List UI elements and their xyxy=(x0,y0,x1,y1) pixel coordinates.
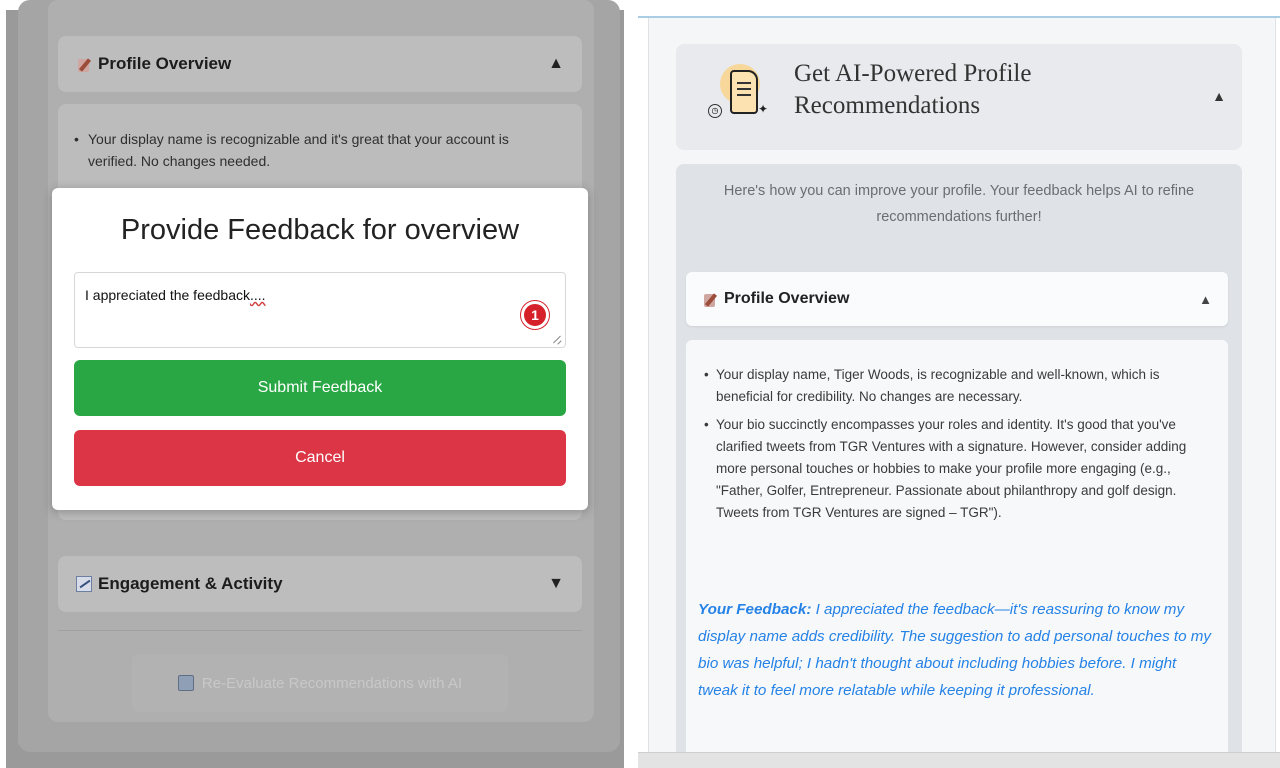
left-panel: Profile Overview ▲ Your display name is … xyxy=(0,0,632,768)
profile-overview-body: Your display name, Tiger Woods, is recog… xyxy=(686,340,1228,768)
collapse-arrow-icon[interactable]: ▲ xyxy=(548,55,564,73)
overview-bullet: Your display name is recognizable and it… xyxy=(74,128,560,172)
user-feedback: Your Feedback: I appreciated the feedbac… xyxy=(698,596,1218,704)
cancel-button[interactable]: Cancel xyxy=(74,430,566,486)
bottom-scrollbar[interactable] xyxy=(638,752,1280,768)
intro-text: Here's how you can improve your profile.… xyxy=(723,183,1195,225)
recommendation-bullet: Your display name, Tiger Woods, is recog… xyxy=(704,364,1216,408)
feedback-textarea[interactable]: I appreciated the feedback.... 1 xyxy=(74,272,566,348)
feedback-modal: Provide Feedback for overview I apprecia… xyxy=(52,188,588,510)
recommendation-bullet: Your bio succinctly encompasses your rol… xyxy=(704,414,1216,524)
reevaluate-label: Re-Evaluate Recommendations with AI xyxy=(201,674,463,692)
textarea-value: I appreciated the feedback xyxy=(85,287,251,303)
reevaluate-button[interactable]: Re-Evaluate Recommendations with AI xyxy=(132,654,508,712)
ai-document-icon: ✦ ◷ xyxy=(706,60,786,144)
chart-icon xyxy=(76,576,92,592)
feedback-label: Your Feedback: xyxy=(698,601,812,618)
profile-overview-header[interactable]: Profile Overview ▲ xyxy=(58,36,582,92)
modal-title: Provide Feedback for overview xyxy=(120,214,520,246)
right-panel: ✦ ◷ Get AI-Powered Profile Recommendatio… xyxy=(638,0,1280,768)
spellcheck-squiggle: .... xyxy=(250,287,266,303)
submit-feedback-button[interactable]: Submit Feedback xyxy=(74,360,566,416)
expand-arrow-icon[interactable]: ▼ xyxy=(548,575,564,593)
ai-recommendations-title: Get AI-Powered Profile Recommendations xyxy=(794,60,1032,119)
collapse-arrow-icon[interactable]: ▲ xyxy=(1199,292,1212,307)
divider xyxy=(58,630,582,631)
notification-badge[interactable]: 1 xyxy=(521,301,549,329)
collapse-arrow-icon[interactable]: ▲ xyxy=(1212,88,1226,104)
pencil-icon xyxy=(76,56,92,72)
engagement-activity-header[interactable]: Engagement & Activity ▼ xyxy=(58,556,582,612)
pencil-icon xyxy=(702,291,718,307)
refresh-icon xyxy=(177,675,194,691)
resize-grip-icon[interactable] xyxy=(554,336,562,344)
profile-overview-title: Profile Overview xyxy=(98,54,232,73)
engagement-activity-title: Engagement & Activity xyxy=(98,574,283,593)
ai-recommendations-header[interactable]: ✦ ◷ Get AI-Powered Profile Recommendatio… xyxy=(676,44,1242,150)
profile-overview-title: Profile Overview xyxy=(724,290,850,307)
profile-overview-header[interactable]: Profile Overview ▲ xyxy=(686,272,1228,326)
